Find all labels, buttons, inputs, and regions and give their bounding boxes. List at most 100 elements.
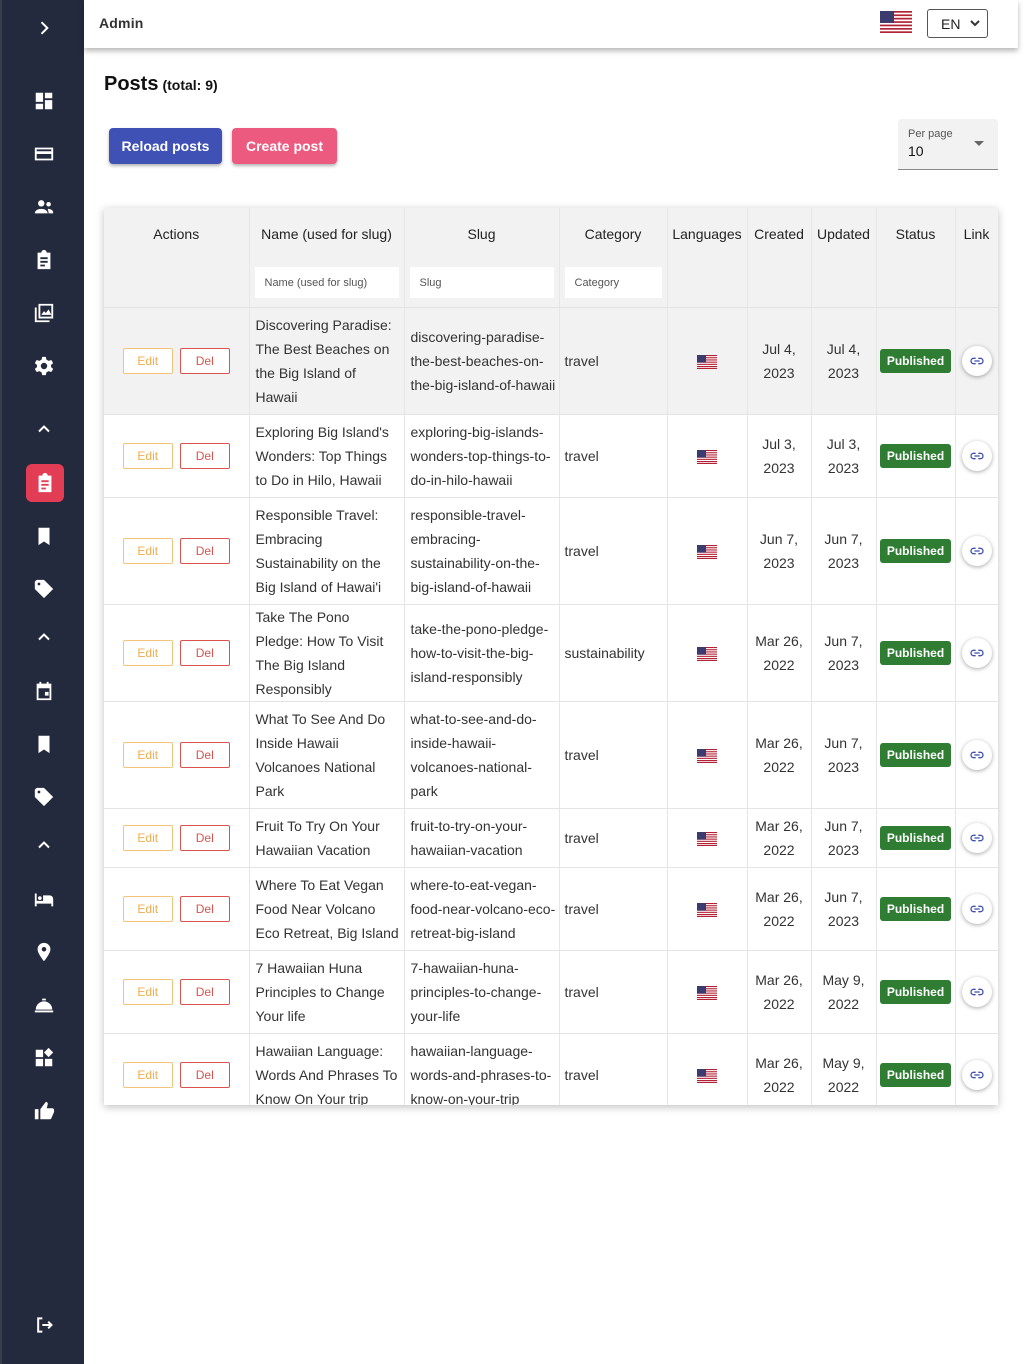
clipboard-icon[interactable] bbox=[29, 245, 59, 275]
post-slug: hawaiian-language-words-and-phrases-to-k… bbox=[404, 1033, 560, 1105]
delete-button[interactable]: Del bbox=[179, 895, 230, 922]
link-button[interactable] bbox=[961, 535, 992, 566]
edit-button[interactable]: Edit bbox=[122, 978, 173, 1005]
tag-icon[interactable] bbox=[29, 574, 59, 604]
header-slug[interactable]: Slug bbox=[404, 208, 560, 259]
us-flag-icon bbox=[697, 902, 717, 917]
credit-card-icon[interactable] bbox=[29, 139, 59, 169]
tag-icon[interactable] bbox=[29, 782, 59, 812]
delete-button[interactable]: Del bbox=[179, 978, 230, 1005]
post-name: Hawaiian Language: Words And Phrases To … bbox=[249, 1033, 405, 1105]
location-pin-icon[interactable] bbox=[29, 937, 59, 967]
delete-button[interactable]: Del bbox=[179, 1061, 230, 1088]
post-category: travel bbox=[559, 808, 668, 868]
us-flag-icon bbox=[697, 1068, 717, 1083]
post-category: travel bbox=[559, 307, 668, 415]
thumb-up-icon[interactable] bbox=[29, 1096, 59, 1126]
create-post-button[interactable]: Create post bbox=[232, 128, 337, 164]
room-service-icon[interactable] bbox=[29, 990, 59, 1020]
updated-date: Jun 7, bbox=[824, 632, 863, 649]
edit-button[interactable]: Edit bbox=[122, 639, 173, 666]
link-icon bbox=[969, 905, 984, 912]
updated-year: 2023 bbox=[827, 459, 860, 476]
link-button[interactable] bbox=[961, 345, 992, 376]
link-button[interactable] bbox=[961, 976, 992, 1007]
chevron-up-icon[interactable] bbox=[29, 622, 59, 652]
calendar-icon[interactable] bbox=[29, 676, 59, 706]
filter-empty bbox=[876, 259, 956, 308]
photo-library-icon[interactable] bbox=[29, 298, 59, 328]
edit-button[interactable]: Edit bbox=[122, 442, 173, 469]
delete-button[interactable]: Del bbox=[179, 639, 230, 666]
filter-empty bbox=[667, 259, 748, 308]
delete-button[interactable]: Del bbox=[179, 442, 230, 469]
created-date: Jul 4, bbox=[762, 340, 796, 357]
post-category: travel bbox=[559, 701, 668, 809]
status-badge: Published bbox=[879, 826, 952, 850]
post-name: Exploring Big Island's Wonders: Top Thin… bbox=[249, 414, 405, 498]
us-flag-icon bbox=[697, 985, 717, 1000]
category-filter-input[interactable] bbox=[564, 267, 662, 299]
header-languages: Languages bbox=[667, 208, 748, 259]
updated-year: 2023 bbox=[827, 841, 860, 858]
delete-button[interactable]: Del bbox=[179, 824, 230, 851]
chevron-up-icon[interactable] bbox=[29, 830, 59, 860]
link-button[interactable] bbox=[961, 739, 992, 770]
header-status[interactable]: Status bbox=[876, 208, 956, 259]
posts-icon[interactable] bbox=[26, 464, 64, 502]
bookmark-icon[interactable] bbox=[29, 729, 59, 759]
link-icon bbox=[969, 751, 984, 758]
edit-button[interactable]: Edit bbox=[122, 824, 173, 851]
delete-button[interactable]: Del bbox=[179, 741, 230, 768]
header-actions: Actions bbox=[104, 208, 250, 259]
users-icon[interactable] bbox=[29, 192, 59, 222]
updated-date: Jul 4, bbox=[826, 340, 861, 357]
post-slug: 7-hawaiian-huna-principles-to-change-you… bbox=[404, 950, 560, 1034]
bookmark-icon[interactable] bbox=[29, 521, 59, 551]
link-icon bbox=[969, 649, 984, 656]
page-title: Posts (total: 9) bbox=[104, 73, 218, 96]
header-created[interactable]: Created bbox=[747, 208, 812, 259]
us-flag-icon[interactable] bbox=[880, 11, 912, 33]
created-year: 2023 bbox=[763, 459, 795, 476]
link-button[interactable] bbox=[961, 893, 992, 924]
delete-button[interactable]: Del bbox=[179, 537, 230, 564]
created-date: Mar 26, bbox=[755, 1054, 803, 1071]
per-page-value: 10 bbox=[908, 143, 924, 159]
language-select[interactable]: EN bbox=[927, 9, 988, 38]
edit-button[interactable]: Edit bbox=[122, 537, 173, 564]
header-category[interactable]: Category bbox=[559, 208, 668, 259]
updated-date: Jun 7, bbox=[824, 817, 863, 834]
table-row: Edit Del Responsible Travel: Embracing Su… bbox=[104, 497, 998, 605]
edit-button[interactable]: Edit bbox=[122, 895, 173, 922]
dashboard-icon[interactable] bbox=[29, 86, 59, 116]
edit-button[interactable]: Edit bbox=[122, 741, 173, 768]
link-button[interactable] bbox=[961, 822, 992, 853]
link-button[interactable] bbox=[961, 440, 992, 471]
link-button[interactable] bbox=[961, 1059, 992, 1090]
header-link: Link bbox=[955, 208, 998, 259]
settings-icon[interactable] bbox=[29, 351, 59, 381]
updated-year: 2023 bbox=[827, 912, 860, 929]
widgets-icon[interactable] bbox=[29, 1043, 59, 1073]
post-name: Take The Pono Pledge: How To Visit The B… bbox=[249, 604, 405, 702]
name-filter-input[interactable] bbox=[254, 267, 399, 299]
bed-icon[interactable] bbox=[29, 884, 59, 914]
delete-button[interactable]: Del bbox=[179, 347, 230, 374]
link-button[interactable] bbox=[961, 637, 992, 668]
language-value: EN bbox=[941, 15, 961, 32]
header-name[interactable]: Name (used for slug) bbox=[249, 208, 405, 259]
reload-posts-button[interactable]: Reload posts bbox=[109, 128, 222, 164]
chevron-right-icon[interactable] bbox=[29, 13, 59, 43]
created-year: 2022 bbox=[763, 912, 795, 929]
per-page-select[interactable]: Per page 10 bbox=[898, 119, 998, 170]
chevron-up-icon[interactable] bbox=[29, 414, 59, 444]
logout-icon[interactable] bbox=[29, 1310, 59, 1340]
edit-button[interactable]: Edit bbox=[122, 347, 173, 374]
filter-empty bbox=[747, 259, 812, 308]
slug-filter-input[interactable] bbox=[409, 267, 554, 299]
created-date: Mar 26, bbox=[755, 734, 803, 751]
edit-button[interactable]: Edit bbox=[122, 1061, 173, 1088]
updated-year: 2022 bbox=[827, 995, 860, 1012]
header-updated[interactable]: Updated bbox=[811, 208, 877, 259]
